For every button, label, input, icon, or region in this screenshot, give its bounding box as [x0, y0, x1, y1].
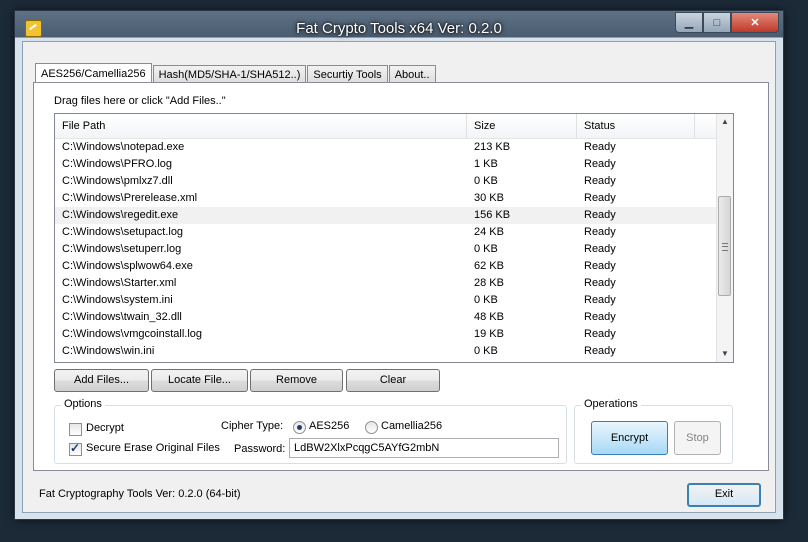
- cell-status: Ready: [584, 175, 616, 187]
- clear-button[interactable]: Clear: [346, 369, 440, 392]
- minimize-button[interactable]: ▁: [675, 12, 703, 33]
- window-controls: ▁ □ ✕: [675, 12, 779, 33]
- aes256-radio[interactable]: [293, 421, 306, 434]
- file-list[interactable]: File Path Size Status C:\Windows\notepad…: [54, 113, 734, 363]
- cell-size: 0 KB: [474, 294, 498, 306]
- tab-strip: AES256/Camellia256 Hash(MD5/SHA-1/SHA512…: [35, 62, 437, 85]
- drag-hint: Drag files here or click "Add Files..": [54, 95, 226, 107]
- app-window: Fat Crypto Tools x64 Ver: 0.2.0 ▁ □ ✕ AE…: [14, 10, 784, 520]
- cell-size: 19 KB: [474, 328, 504, 340]
- aes-tab-panel: Drag files here or click "Add Files.." F…: [33, 82, 769, 471]
- cell-status: Ready: [584, 158, 616, 170]
- table-row[interactable]: C:\Windows\twain_32.dll 48 KB Ready: [55, 309, 716, 326]
- file-list-header: File Path Size Status: [55, 114, 716, 139]
- cell-size: 62 KB: [474, 260, 504, 272]
- client-area: AES256/Camellia256 Hash(MD5/SHA-1/SHA512…: [22, 41, 776, 513]
- table-row[interactable]: C:\Windows\Prerelease.xml 30 KB Ready: [55, 190, 716, 207]
- camellia256-radio[interactable]: [365, 421, 378, 434]
- table-row[interactable]: C:\Windows\notepad.exe 213 KB Ready: [55, 139, 716, 156]
- cell-status: Ready: [584, 141, 616, 153]
- password-label: Password:: [234, 443, 286, 455]
- column-header-size[interactable]: Size: [467, 114, 577, 138]
- table-row[interactable]: C:\Windows\setuperr.log 0 KB Ready: [55, 241, 716, 258]
- cell-size: 28 KB: [474, 277, 504, 289]
- locate-file-button[interactable]: Locate File...: [151, 369, 248, 392]
- secure-erase-label[interactable]: Secure Erase Original Files: [86, 442, 220, 454]
- cell-file-path: C:\Windows\PFRO.log: [62, 158, 173, 170]
- cell-file-path: C:\Windows\setupact.log: [62, 226, 184, 238]
- cell-size: 30 KB: [474, 192, 504, 204]
- column-header-file-path[interactable]: File Path: [55, 114, 467, 138]
- table-row[interactable]: C:\Windows\pmlxz7.dll 0 KB Ready: [55, 173, 716, 190]
- table-row[interactable]: C:\Windows\splwow64.exe 62 KB Ready: [55, 258, 716, 275]
- file-list-body: C:\Windows\notepad.exe 213 KB Ready C:\Wind…: [55, 139, 716, 360]
- add-files-button[interactable]: Add Files...: [54, 369, 149, 392]
- camellia256-label[interactable]: Camellia256: [381, 420, 442, 432]
- close-icon: ✕: [750, 17, 760, 29]
- cell-file-path: C:\Windows\regedit.exe: [62, 209, 179, 221]
- table-row[interactable]: C:\Windows\vmgcoinstall.log 19 KB Ready: [55, 326, 716, 343]
- remove-button[interactable]: Remove: [250, 369, 343, 392]
- cell-size: 213 KB: [474, 141, 511, 153]
- cell-size: 156 KB: [474, 209, 511, 221]
- cipher-type-label: Cipher Type:: [221, 420, 284, 432]
- cell-file-path: C:\Windows\pmlxz7.dll: [62, 175, 173, 187]
- cell-file-path: C:\Windows\splwow64.exe: [62, 260, 193, 272]
- decrypt-label[interactable]: Decrypt: [86, 422, 124, 434]
- cell-status: Ready: [584, 311, 616, 323]
- cell-file-path: C:\Windows\setuperr.log: [62, 243, 182, 255]
- cell-file-path: C:\Windows\notepad.exe: [62, 141, 185, 153]
- table-row[interactable]: C:\Windows\win.ini 0 KB Ready: [55, 343, 716, 360]
- maximize-button[interactable]: □: [703, 12, 731, 33]
- cell-status: Ready: [584, 277, 616, 289]
- cell-size: 24 KB: [474, 226, 504, 238]
- cell-file-path: C:\Windows\Starter.xml: [62, 277, 177, 289]
- secure-erase-checkbox[interactable]: [69, 441, 82, 456]
- scroll-up-arrow-icon[interactable]: ▲: [717, 114, 733, 130]
- cell-status: Ready: [584, 260, 616, 272]
- table-row[interactable]: C:\Windows\system.ini 0 KB Ready: [55, 292, 716, 309]
- cell-file-path: C:\Windows\Prerelease.xml: [62, 192, 198, 204]
- table-row[interactable]: C:\Windows\setupact.log 24 KB Ready: [55, 224, 716, 241]
- cell-size: 1 KB: [474, 158, 498, 170]
- close-button[interactable]: ✕: [731, 12, 779, 33]
- thumb-grip-icon: [722, 243, 728, 251]
- cell-status: Ready: [584, 345, 616, 357]
- cell-status: Ready: [584, 294, 616, 306]
- table-row[interactable]: C:\Windows\regedit.exe 156 KB Ready: [55, 207, 716, 224]
- maximize-icon: □: [713, 16, 721, 29]
- window-title: Fat Crypto Tools x64 Ver: 0.2.0: [296, 20, 502, 37]
- cell-status: Ready: [584, 226, 616, 238]
- minimize-icon: ▁: [684, 17, 694, 29]
- scroll-down-arrow-icon[interactable]: ▼: [717, 346, 733, 362]
- cell-file-path: C:\Windows\vmgcoinstall.log: [62, 328, 202, 340]
- options-group: Options Decrypt Secure Erase Original Fi…: [54, 398, 567, 464]
- cell-status: Ready: [584, 209, 616, 221]
- stop-button[interactable]: Stop: [674, 421, 721, 455]
- encrypt-button[interactable]: Encrypt: [591, 421, 668, 455]
- aes256-label[interactable]: AES256: [309, 420, 349, 432]
- cell-status: Ready: [584, 192, 616, 204]
- cell-size: 0 KB: [474, 175, 498, 187]
- exit-button[interactable]: Exit: [687, 483, 761, 507]
- cell-file-path: C:\Windows\win.ini: [62, 345, 155, 357]
- cell-status: Ready: [584, 328, 616, 340]
- table-row[interactable]: C:\Windows\PFRO.log 1 KB Ready: [55, 156, 716, 173]
- cell-size: 0 KB: [474, 243, 498, 255]
- vertical-scrollbar[interactable]: ▲ ▼: [716, 114, 733, 362]
- cell-size: 48 KB: [474, 311, 504, 323]
- cell-file-path: C:\Windows\twain_32.dll: [62, 311, 182, 323]
- cell-size: 0 KB: [474, 345, 498, 357]
- operations-legend: Operations: [581, 398, 641, 410]
- operations-group: Operations Encrypt Stop: [574, 398, 733, 464]
- password-field[interactable]: LdBW2XlxPcqgC5AYfG2mbN: [289, 438, 559, 458]
- decrypt-checkbox[interactable]: [69, 423, 82, 436]
- scrollbar-thumb[interactable]: [718, 196, 731, 296]
- status-text: Fat Cryptography Tools Ver: 0.2.0 (64-bi…: [39, 488, 241, 500]
- column-header-status[interactable]: Status: [577, 114, 695, 138]
- table-row[interactable]: C:\Windows\Starter.xml 28 KB Ready: [55, 275, 716, 292]
- cell-status: Ready: [584, 243, 616, 255]
- cell-file-path: C:\Windows\system.ini: [62, 294, 173, 306]
- options-legend: Options: [61, 398, 105, 410]
